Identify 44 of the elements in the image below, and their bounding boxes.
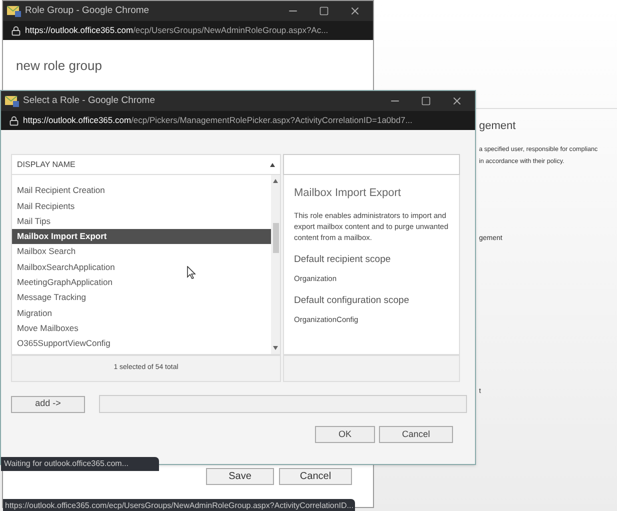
scope-label: Default recipient scope	[294, 252, 392, 266]
window-title: Role Group - Google Chrome	[25, 4, 150, 18]
envelope-icon	[7, 6, 21, 16]
selected-roles-field[interactable]	[99, 395, 467, 413]
save-button[interactable]: Save	[206, 468, 274, 485]
scrollbar-thumb[interactable]	[272, 223, 278, 253]
role-list-item[interactable]: Move Mailboxes	[12, 320, 271, 336]
scrollbar[interactable]	[271, 175, 280, 354]
add-button[interactable]: add ->	[11, 396, 85, 412]
role-list-item[interactable]: Mailbox Search	[12, 244, 271, 260]
close-icon[interactable]	[349, 5, 361, 17]
role-list-item[interactable]: MeetingGraphApplication	[12, 274, 271, 290]
status-bar: Waiting for outlook.office365.com...	[1, 457, 159, 471]
role-list-item[interactable]: Migration	[12, 305, 271, 321]
page-heading: gement	[479, 119, 516, 134]
role-list-item[interactable]: Mail Tips	[12, 214, 271, 229]
role-list-item[interactable]: Mailbox Import Export	[12, 228, 271, 244]
cancel-button[interactable]: Cancel	[379, 426, 453, 443]
envelope-icon	[5, 96, 19, 106]
role-list-item[interactable]: MailboxSearchApplication	[12, 259, 271, 275]
details-title: Mailbox Import Export	[294, 186, 402, 201]
role-list-item[interactable]: Mail Recipients	[12, 198, 271, 214]
maximize-icon[interactable]	[319, 6, 329, 16]
sort-arrow-icon	[270, 162, 275, 166]
scroll-up-icon[interactable]	[273, 179, 278, 183]
page-heading: new role group	[16, 57, 103, 75]
url-text: https://outlook.office365.com/ecp/UsersGroups/NewAdminRoleGroup.aspx?Ac...	[25, 24, 328, 37]
mouse-pointer-icon	[187, 266, 196, 279]
role-list-item[interactable]: Message Tracking	[12, 290, 271, 306]
status-bar: https://outlook.office365.com/ecp/UsersGroups/NewAdminRoleGroup.aspx?ActivityCorrelationID...	[3, 499, 356, 511]
window-title: Select a Role - Google Chrome	[23, 94, 156, 108]
close-icon[interactable]	[451, 95, 463, 107]
url-text: https://outlook.office365.com/ecp/Pickers/ManagementRolePicker.aspx?ActivityCorrelationID=1a0bd7...	[23, 114, 412, 127]
maximize-icon[interactable]	[421, 96, 431, 106]
lock-icon	[11, 26, 21, 36]
column-header[interactable]: DISPLAY NAME	[11, 154, 281, 175]
role-list-item[interactable]: Mail Recipient Creation	[12, 183, 271, 198]
lock-icon	[9, 116, 19, 126]
role-list-item[interactable]: O365SupportViewConfig	[12, 336, 271, 352]
scroll-down-icon[interactable]	[273, 346, 278, 350]
cancel-button[interactable]: Cancel	[279, 468, 352, 485]
ok-button[interactable]: OK	[315, 426, 375, 443]
search-field[interactable]	[283, 154, 460, 175]
scope-label: Default configuration scope	[294, 294, 410, 308]
